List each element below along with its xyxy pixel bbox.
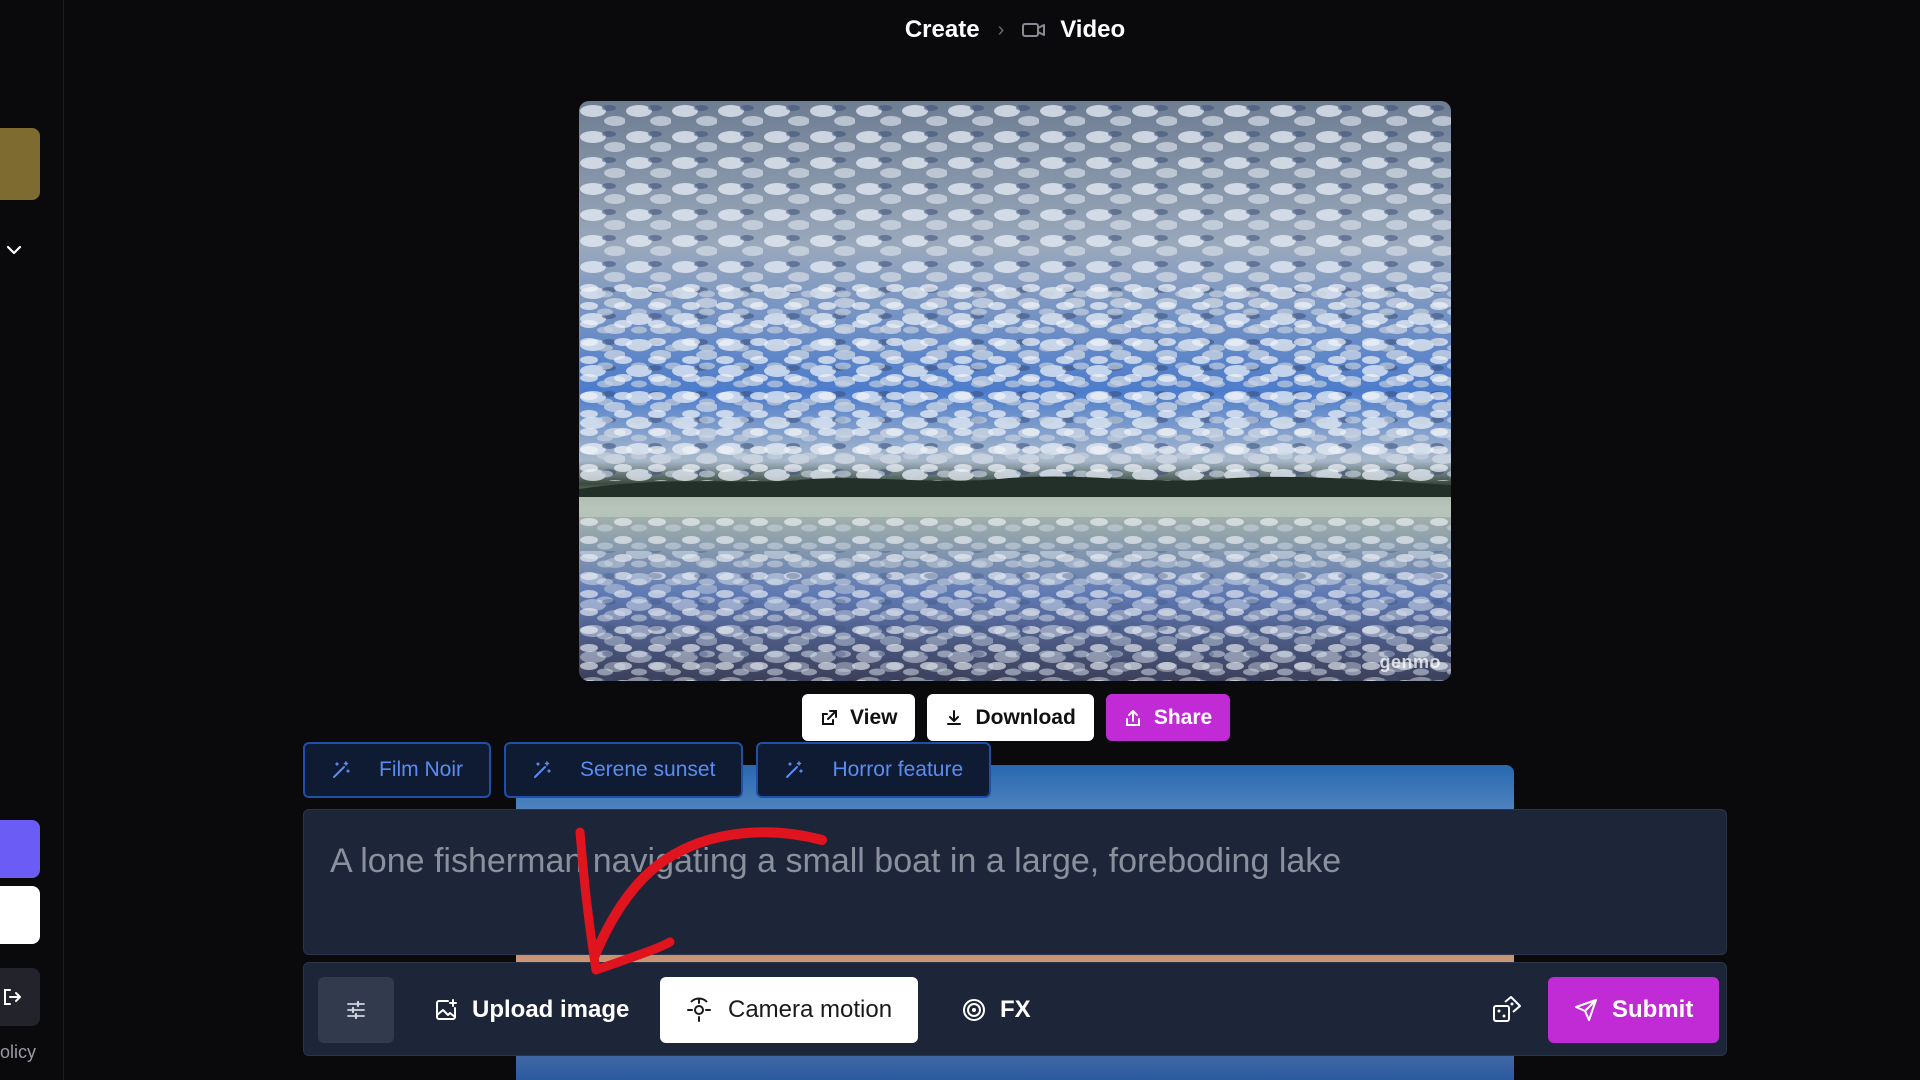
submit-button[interactable]: Submit: [1548, 977, 1720, 1043]
policy-link[interactable]: olicy: [0, 1042, 36, 1063]
fx-button[interactable]: FX: [962, 977, 1031, 1043]
magic-wand-icon: [786, 761, 804, 778]
style-chips: Film Noir Serene sunset Horror feature: [303, 742, 992, 798]
share-label: Share: [1153, 705, 1213, 729]
preview-image: [579, 101, 1451, 681]
video-camera-icon: [1022, 23, 1046, 37]
camera-motion-icon: [687, 997, 711, 1022]
chip-film-noir[interactable]: Film Noir: [303, 742, 491, 798]
image-plus-icon: [436, 999, 457, 1020]
sidebar-highlight-item[interactable]: [0, 128, 40, 200]
chip-label: Film Noir: [379, 758, 463, 781]
settings-button[interactable]: [318, 977, 394, 1043]
share-button[interactable]: Share: [1105, 694, 1231, 741]
camera-motion-button[interactable]: Camera motion: [660, 977, 919, 1043]
chip-serene-sunset[interactable]: Serene sunset: [504, 742, 744, 798]
send-icon: [1575, 999, 1597, 1021]
prompt-toolbar: Upload image Camera motion FX Submit: [303, 962, 1727, 1056]
chip-horror-feature[interactable]: Horror feature: [756, 742, 992, 798]
breadcrumb-video-label: Video: [1060, 16, 1126, 43]
submit-label: Submit: [1612, 996, 1694, 1023]
sidebar: olicy: [0, 0, 64, 1080]
download-icon: [947, 709, 962, 725]
sidebar-purple-button[interactable]: [0, 820, 40, 878]
logout-button[interactable]: [0, 968, 40, 1026]
fx-spiral-icon: [963, 999, 985, 1021]
watermark: genmo: [1379, 652, 1441, 672]
fx-label: FX: [1000, 996, 1031, 1023]
upload-image-button[interactable]: Upload image: [434, 977, 629, 1043]
camera-motion-label: Camera motion: [728, 996, 893, 1023]
external-link-icon: [822, 709, 837, 725]
chip-label: Horror feature: [832, 758, 964, 781]
breadcrumb-separator: ›: [997, 18, 1005, 41]
chevron-down-icon[interactable]: [4, 240, 24, 260]
download-label: Download: [975, 705, 1076, 729]
preview-actions: View Download Share: [802, 694, 1231, 741]
sliders-icon: [347, 1000, 365, 1020]
chip-label: Serene sunset: [580, 758, 716, 781]
randomize-button[interactable]: [1480, 983, 1534, 1037]
dice-icon: [1493, 996, 1521, 1022]
view-label: View: [850, 705, 898, 729]
upload-image-label: Upload image: [472, 996, 630, 1023]
logout-icon: [4, 989, 21, 1005]
breadcrumb-create[interactable]: Create: [905, 16, 980, 44]
download-button[interactable]: Download: [927, 694, 1094, 741]
magic-wand-icon: [534, 761, 551, 778]
breadcrumb-video: Video: [1022, 16, 1125, 44]
breadcrumb: Create › Video: [0, 16, 1920, 44]
magic-wand-icon: [333, 761, 350, 778]
video-preview[interactable]: genmo: [579, 101, 1451, 681]
share-icon: [1125, 709, 1140, 726]
prompt-input[interactable]: A lone fisherman navigating a small boat…: [303, 809, 1727, 955]
sidebar-white-button[interactable]: [0, 886, 40, 944]
view-button[interactable]: View: [802, 694, 916, 741]
